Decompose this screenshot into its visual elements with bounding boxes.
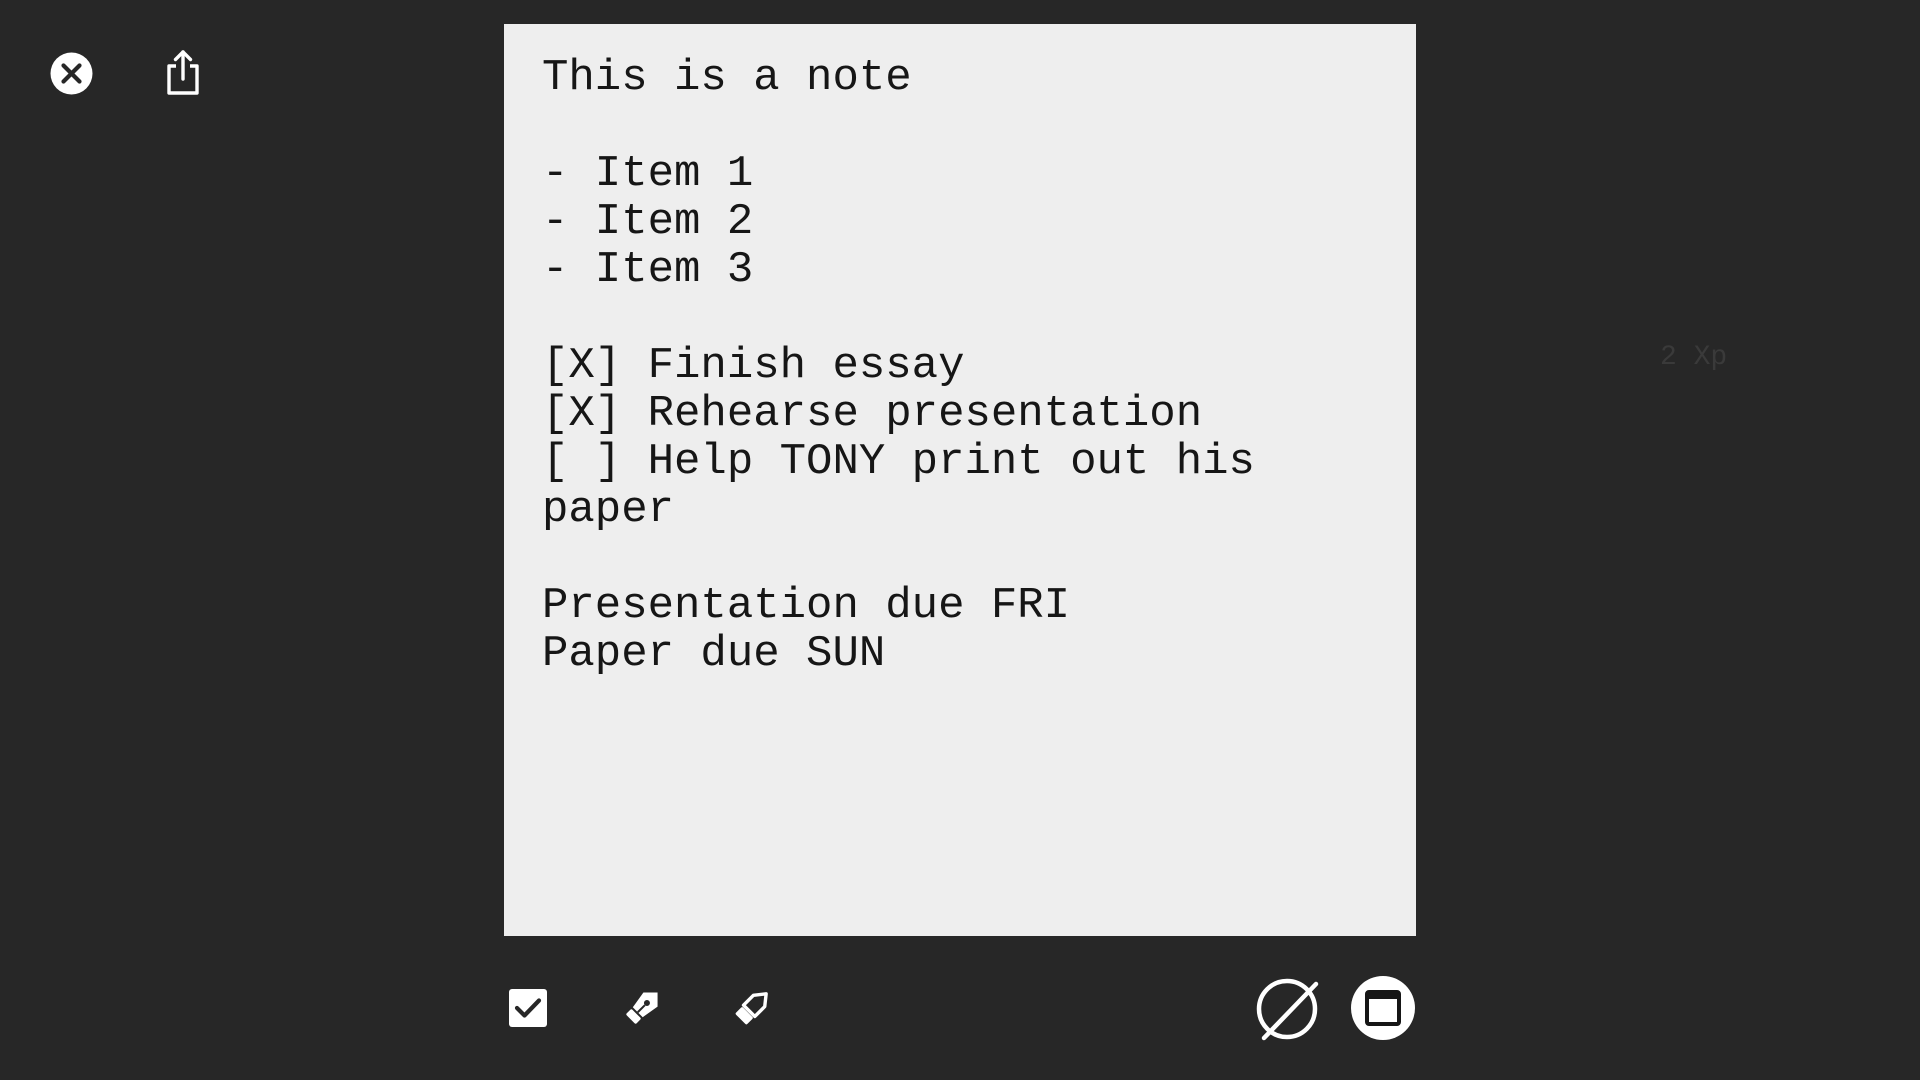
note-text[interactable]: This is a note - Item 1 - Item 2 - Item …	[542, 54, 1378, 678]
marker-icon	[735, 992, 768, 1025]
no-color-icon	[1256, 978, 1319, 1041]
share-button[interactable]	[160, 48, 206, 98]
frame-icon	[1351, 976, 1415, 1040]
close-circle-icon	[50, 52, 93, 95]
close-button[interactable]	[49, 51, 94, 96]
side-label: 2 Xp	[1660, 342, 1728, 373]
note-editor[interactable]: This is a note - Item 1 - Item 2 - Item …	[504, 24, 1416, 936]
no-color-button[interactable]	[1254, 976, 1320, 1042]
marker-tool-button[interactable]	[726, 982, 778, 1034]
pen-tool-button[interactable]	[616, 982, 668, 1034]
share-icon	[167, 50, 199, 95]
frame-toggle-button[interactable]	[1350, 975, 1416, 1041]
pen-icon	[626, 992, 658, 1024]
checkbox-icon	[509, 989, 547, 1027]
checkbox-tool-button[interactable]	[506, 986, 550, 1030]
